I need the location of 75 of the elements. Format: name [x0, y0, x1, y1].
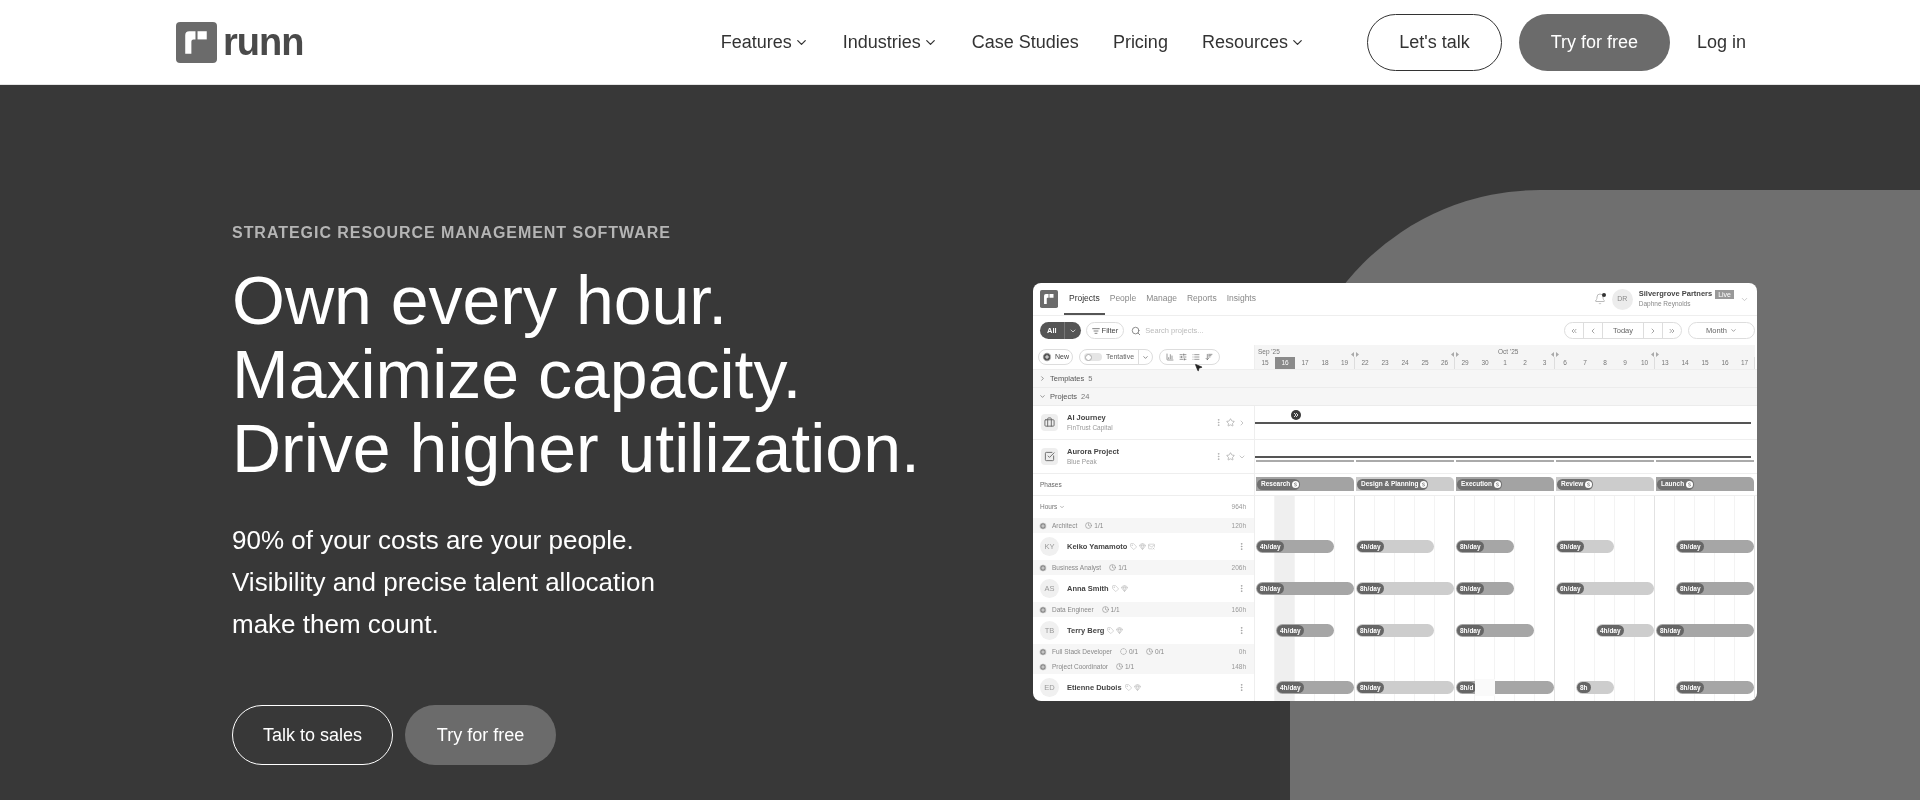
- coin-icon: [1420, 480, 1428, 488]
- double-chevron-left-icon: [1570, 326, 1578, 335]
- add-icon[interactable]: [1039, 605, 1047, 614]
- more-icon[interactable]: [1214, 452, 1223, 461]
- app-logo-icon: [1040, 290, 1058, 308]
- cursor-icon: [1194, 363, 1203, 372]
- add-icon[interactable]: [1039, 521, 1047, 530]
- plus-icon: [1042, 352, 1052, 362]
- logo-icon: [176, 21, 217, 63]
- add-icon[interactable]: [1039, 563, 1047, 572]
- more-icon[interactable]: [1214, 418, 1223, 427]
- eyebrow-text: STRATEGIC RESOURCE MANAGEMENT SOFTWARE: [232, 223, 671, 243]
- headline: Own every hour. Maximize capacity. Drive higher utilization.: [232, 263, 920, 485]
- search-icon: [1131, 325, 1142, 336]
- app-tab[interactable]: Reports: [1181, 283, 1222, 315]
- nav-link[interactable]: Resources: [1201, 28, 1305, 56]
- gem-icon: [1116, 627, 1124, 634]
- clock-icon: [1146, 648, 1154, 655]
- chart-icon[interactable]: [1166, 353, 1175, 361]
- add-icon[interactable]: [1039, 662, 1047, 671]
- clock-icon: [1116, 663, 1123, 670]
- gem-icon: [1120, 585, 1128, 592]
- nav-link[interactable]: Case Studies: [971, 28, 1079, 56]
- nav-link[interactable]: Features: [720, 28, 809, 56]
- try-free-button[interactable]: Try for free: [1518, 13, 1670, 71]
- more-icon[interactable]: [1237, 683, 1246, 692]
- tag-icon: [1124, 684, 1132, 691]
- clock-icon: [1109, 564, 1117, 571]
- app-tab[interactable]: People: [1104, 283, 1142, 315]
- app-tab[interactable]: Insights: [1221, 283, 1261, 315]
- clock-icon: [1085, 522, 1093, 529]
- caret-icon: [1729, 327, 1737, 334]
- coin-icon: [1292, 480, 1300, 488]
- sliders-icon[interactable]: [1179, 353, 1188, 361]
- logo-text[interactable]: runn: [223, 23, 304, 61]
- tag-icon: [1111, 585, 1119, 592]
- coin-icon: [1494, 480, 1502, 488]
- dashed-circle-icon: [1120, 648, 1127, 655]
- list-icon[interactable]: [1192, 353, 1201, 361]
- sort-icon[interactable]: [1205, 353, 1214, 361]
- coin-icon: [1686, 480, 1694, 488]
- tentative-switch[interactable]: [1084, 353, 1102, 361]
- double-chevron-right-icon: [1668, 326, 1676, 335]
- app-tab[interactable]: Projects: [1064, 283, 1105, 315]
- resize-handle-icon[interactable]: [1350, 352, 1360, 357]
- nav-link[interactable]: Industries: [842, 28, 938, 56]
- gem-icon: [1139, 543, 1147, 550]
- login-link[interactable]: Log in: [1696, 28, 1746, 56]
- milestone-icon[interactable]: [1291, 410, 1301, 420]
- try-free-button[interactable]: Try for free: [405, 705, 556, 765]
- clock-icon: [1101, 606, 1109, 613]
- briefcase-icon: [1044, 417, 1055, 428]
- filter-icon: [1091, 326, 1100, 335]
- coin-icon: [1585, 480, 1593, 488]
- resize-handle-icon[interactable]: [1650, 352, 1660, 357]
- more-icon[interactable]: [1237, 584, 1246, 593]
- hero-description: 90% of your costs are your people. Visibility and precise talent allocation make them count.: [232, 524, 655, 641]
- chevron-left-icon: [1589, 326, 1597, 335]
- resize-handle-icon[interactable]: [1450, 352, 1460, 357]
- resize-handle-icon[interactable]: [1550, 352, 1560, 357]
- tag-icon: [1130, 543, 1138, 550]
- mail-icon: [1148, 543, 1156, 550]
- more-icon[interactable]: [1237, 626, 1246, 635]
- checkbox-icon: [1044, 451, 1055, 462]
- caret-icon: [1059, 504, 1066, 510]
- add-icon[interactable]: [1039, 647, 1047, 656]
- star-icon[interactable]: [1226, 418, 1235, 427]
- gem-icon: [1133, 684, 1141, 691]
- bell-icon[interactable]: [1593, 293, 1606, 305]
- chevron-right-icon: [1649, 326, 1657, 335]
- nav-link[interactable]: Pricing: [1112, 28, 1168, 56]
- star-icon[interactable]: [1226, 452, 1235, 461]
- tag-icon: [1107, 627, 1115, 634]
- app-tab[interactable]: Manage: [1141, 283, 1182, 315]
- more-icon[interactable]: [1237, 542, 1246, 551]
